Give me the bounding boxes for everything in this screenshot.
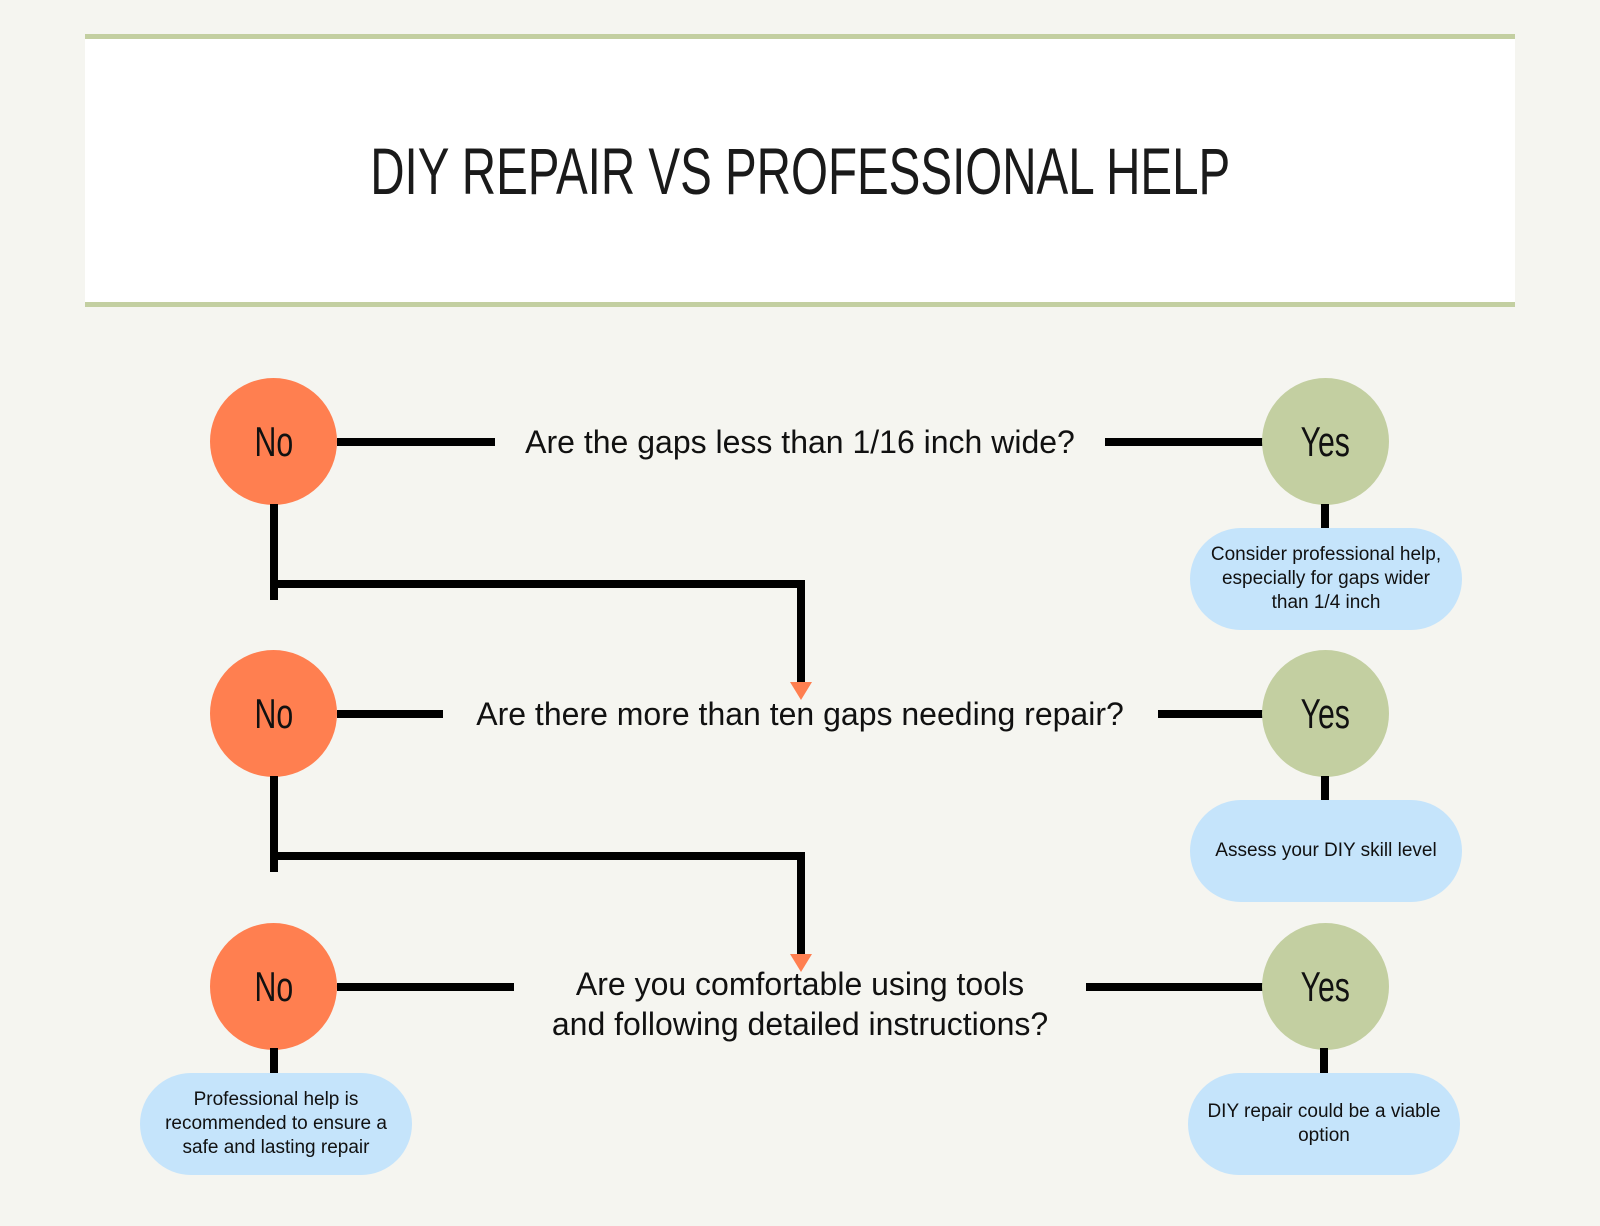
connector-row3-no-outcome bbox=[270, 1048, 278, 1075]
question-row3-line1: Are you comfortable using tools bbox=[575, 966, 1025, 1002]
flow-no1-down bbox=[797, 580, 805, 684]
flow-no1-horizontal bbox=[270, 580, 805, 588]
question-row1: Are the gaps less than 1/16 inch wide? bbox=[525, 424, 1075, 460]
connector-row2-yes bbox=[1158, 710, 1264, 718]
no-label: No bbox=[254, 962, 293, 1010]
question-row2: Are there more than ten gaps needing rep… bbox=[476, 696, 1124, 732]
connector-row3-yes-outcome bbox=[1320, 1048, 1328, 1075]
connector-row1-yes bbox=[1105, 438, 1265, 446]
yes-node-row3: Yes bbox=[1262, 923, 1389, 1050]
connector-row1-no bbox=[337, 438, 495, 446]
header-banner: DIY REPAIR VS PROFESSIONAL HELP bbox=[85, 34, 1515, 307]
connector-row1-yes-outcome bbox=[1321, 504, 1329, 530]
no-label: No bbox=[254, 417, 293, 465]
yes-label: Yes bbox=[1300, 962, 1351, 1010]
no-label: No bbox=[254, 689, 293, 737]
yes-label: Yes bbox=[1300, 417, 1351, 465]
outcome-row3-yes: DIY repair could be a viable option bbox=[1188, 1073, 1460, 1175]
flow-no2-horizontal bbox=[270, 852, 805, 860]
question-row3-line2: and following detailed instructions? bbox=[551, 1006, 1049, 1042]
title-text: DIY REPAIR VS PROFESSIONAL HELP bbox=[369, 134, 1231, 208]
connector-row3-yes bbox=[1086, 983, 1264, 991]
yes-node-row2: Yes bbox=[1262, 650, 1389, 777]
no-node-row1: No bbox=[210, 378, 337, 505]
outcome-row2-yes: Assess your DIY skill level bbox=[1190, 800, 1462, 902]
flow-no2-down bbox=[797, 852, 805, 956]
connector-row2-yes-outcome bbox=[1321, 776, 1329, 802]
yes-label: Yes bbox=[1300, 689, 1351, 737]
outcome-row3-no: Professional help is recommended to ensu… bbox=[140, 1073, 412, 1175]
question-row3: Are you comfortable using tools and foll… bbox=[500, 964, 1100, 1044]
no-node-row3: No bbox=[210, 923, 337, 1050]
yes-node-row1: Yes bbox=[1262, 378, 1389, 505]
page-title: DIY REPAIR VS PROFESSIONAL HELP bbox=[85, 131, 1515, 211]
connector-row2-no bbox=[337, 710, 443, 718]
connector-row3-no bbox=[337, 983, 514, 991]
outcome-row1-yes: Consider professional help, especially f… bbox=[1190, 528, 1462, 630]
no-node-row2: No bbox=[210, 650, 337, 777]
